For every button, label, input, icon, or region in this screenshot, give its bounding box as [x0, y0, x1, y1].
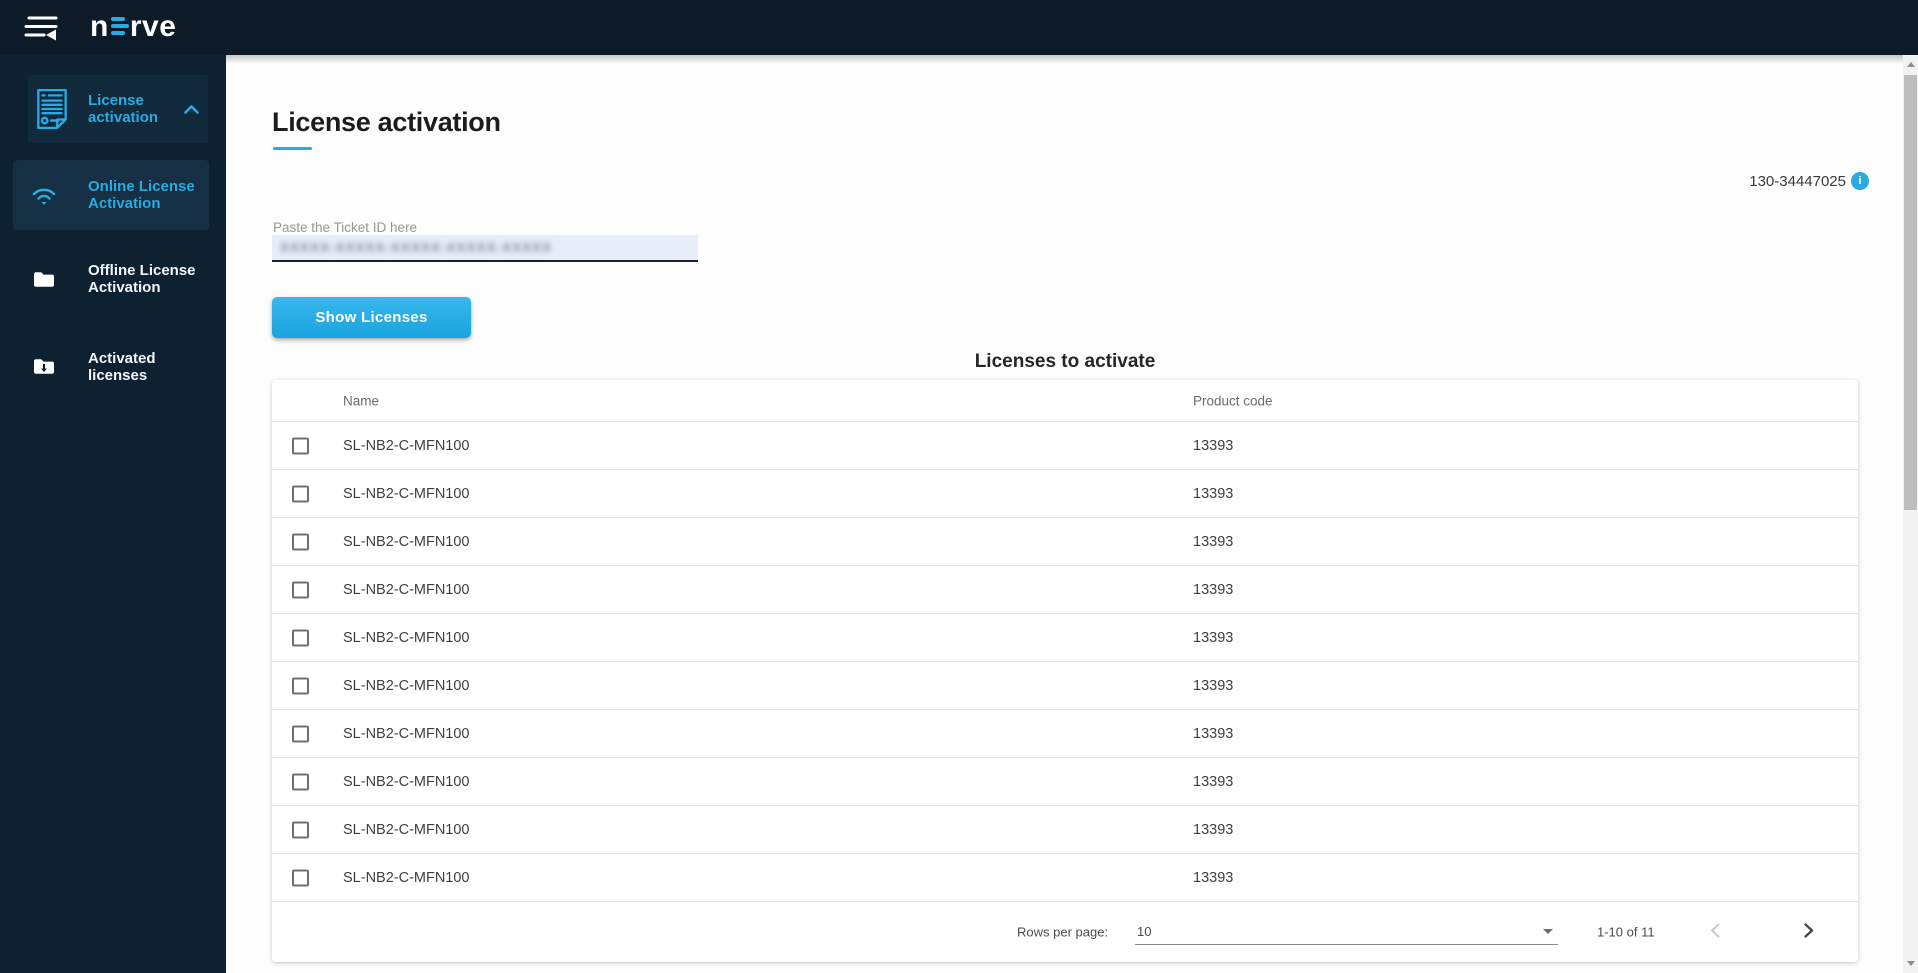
pagination-range-label: 1-10 of 11 — [1597, 924, 1655, 939]
cell-license-name: SL-NB2-C-MFN100 — [343, 437, 470, 454]
ticket-id-input[interactable]: XXXXX-XXXXX-XXXXX-XXXXX-XXXXX — [272, 235, 698, 262]
show-licenses-button[interactable]: Show Licenses — [272, 297, 471, 338]
table-row: SL-NB2-C-MFN100 13393 — [272, 854, 1858, 902]
pagination-bar: Rows per page: 10 1-10 of 11 — [272, 902, 1858, 961]
cell-license-name: SL-NB2-C-MFN100 — [343, 869, 470, 886]
sidebar-item-label: Online License Activation — [88, 178, 195, 212]
sidebar-group-label: License activation — [88, 92, 159, 126]
folder-icon — [13, 271, 75, 288]
table-row: SL-NB2-C-MFN100 13393 — [272, 758, 1858, 806]
table-row: SL-NB2-C-MFN100 13393 — [272, 710, 1858, 758]
vertical-scrollbar[interactable] — [1903, 55, 1918, 973]
topbar: n rve — [0, 0, 1918, 55]
cell-product-code: 13393 — [1193, 677, 1234, 694]
table-body: SL-NB2-C-MFN100 13393 SL-NB2-C-MFN100 13… — [272, 422, 1858, 902]
cell-license-name: SL-NB2-C-MFN100 — [343, 533, 470, 550]
row-checkbox[interactable] — [292, 869, 309, 886]
chevron-up-icon — [184, 104, 199, 114]
table-row: SL-NB2-C-MFN100 13393 — [272, 518, 1858, 566]
logo-text-start: n — [90, 10, 109, 43]
table-row: SL-NB2-C-MFN100 13393 — [272, 566, 1858, 614]
table-row: SL-NB2-C-MFN100 13393 — [272, 806, 1858, 854]
rows-per-page-label: Rows per page: — [1017, 924, 1109, 939]
row-checkbox[interactable] — [292, 485, 309, 502]
page-title: License activation — [272, 107, 501, 137]
row-checkbox[interactable] — [292, 533, 309, 550]
table-row: SL-NB2-C-MFN100 13393 — [272, 470, 1858, 518]
license-document-icon — [34, 88, 70, 130]
sidebar-item-online-license-activation[interactable]: Online License Activation — [13, 160, 209, 230]
scrollbar-thumb[interactable] — [1904, 75, 1917, 510]
table-row: SL-NB2-C-MFN100 13393 — [272, 614, 1858, 662]
rows-per-page-value: 10 — [1137, 923, 1152, 939]
cell-product-code: 13393 — [1193, 533, 1234, 550]
ticket-id-masked-value: XXXXX-XXXXX-XXXXX-XXXXX-XXXXX — [280, 240, 553, 255]
row-checkbox[interactable] — [292, 773, 309, 790]
scroll-up-arrow-icon[interactable] — [1906, 62, 1915, 67]
cell-product-code: 13393 — [1193, 437, 1234, 454]
cell-license-name: SL-NB2-C-MFN100 — [343, 773, 470, 790]
scroll-down-arrow-icon[interactable] — [1906, 961, 1915, 966]
table-row: SL-NB2-C-MFN100 13393 — [272, 662, 1858, 710]
title-accent-underline — [273, 147, 312, 150]
licenses-table-card: Name Product code SL-NB2-C-MFN100 13393 … — [272, 380, 1858, 962]
wifi-icon — [13, 184, 75, 206]
cell-product-code: 13393 — [1193, 485, 1234, 502]
cell-license-name: SL-NB2-C-MFN100 — [343, 485, 470, 502]
column-header-product-code: Product code — [1193, 393, 1273, 408]
logo-text-end: rve — [129, 10, 177, 43]
sidebar-item-offline-license-activation[interactable]: Offline License Activation — [13, 248, 209, 310]
cell-license-name: SL-NB2-C-MFN100 — [343, 821, 470, 838]
cell-product-code: 13393 — [1193, 629, 1234, 646]
row-checkbox[interactable] — [292, 821, 309, 838]
logo-e-bars-icon — [109, 10, 130, 44]
nerve-logo: n rve — [90, 10, 176, 44]
licenses-table-title: Licenses to activate — [974, 351, 1156, 372]
cell-license-name: SL-NB2-C-MFN100 — [343, 581, 470, 598]
chevron-left-icon — [1710, 923, 1720, 941]
cell-license-name: SL-NB2-C-MFN100 — [343, 725, 470, 742]
next-page-button[interactable] — [1796, 919, 1822, 945]
row-checkbox[interactable] — [292, 437, 309, 454]
cell-product-code: 13393 — [1193, 725, 1234, 742]
rows-per-page-select[interactable]: 10 — [1135, 919, 1558, 945]
topbar-shadow — [226, 55, 1918, 64]
cell-license-name: SL-NB2-C-MFN100 — [343, 629, 470, 646]
hamburger-collapse-icon — [23, 16, 59, 44]
sidebar-item-label: Offline License Activation — [88, 262, 196, 296]
cell-product-code: 13393 — [1193, 821, 1234, 838]
caret-down-icon — [1543, 928, 1553, 934]
cell-product-code: 13393 — [1193, 581, 1234, 598]
sidebar-group-license-activation[interactable]: License activation — [28, 75, 208, 143]
row-checkbox[interactable] — [292, 581, 309, 598]
cell-license-name: SL-NB2-C-MFN100 — [343, 677, 470, 694]
ticket-reference: 130-34447025 — [1749, 172, 1869, 190]
sidebar: License activation Online License Activa… — [0, 55, 226, 973]
chevron-right-icon — [1804, 922, 1814, 941]
row-checkbox[interactable] — [292, 629, 309, 646]
row-checkbox[interactable] — [292, 677, 309, 694]
sidebar-item-activated-licenses[interactable]: Activated licenses — [13, 339, 209, 394]
column-header-name: Name — [343, 393, 380, 408]
ticket-reference-number: 130-34447025 — [1749, 172, 1846, 190]
row-checkbox[interactable] — [292, 725, 309, 742]
cell-product-code: 13393 — [1193, 773, 1234, 790]
cell-product-code: 13393 — [1193, 869, 1234, 886]
sidebar-item-label: Activated licenses — [88, 349, 156, 384]
table-header-row: Name Product code — [272, 380, 1858, 422]
info-icon[interactable] — [1851, 172, 1869, 190]
ticket-input-label: Paste the Ticket ID here — [273, 220, 418, 235]
folder-download-icon — [13, 358, 75, 375]
previous-page-button[interactable] — [1702, 919, 1728, 945]
table-row: SL-NB2-C-MFN100 13393 — [272, 422, 1858, 470]
menu-toggle-button[interactable] — [22, 13, 60, 43]
